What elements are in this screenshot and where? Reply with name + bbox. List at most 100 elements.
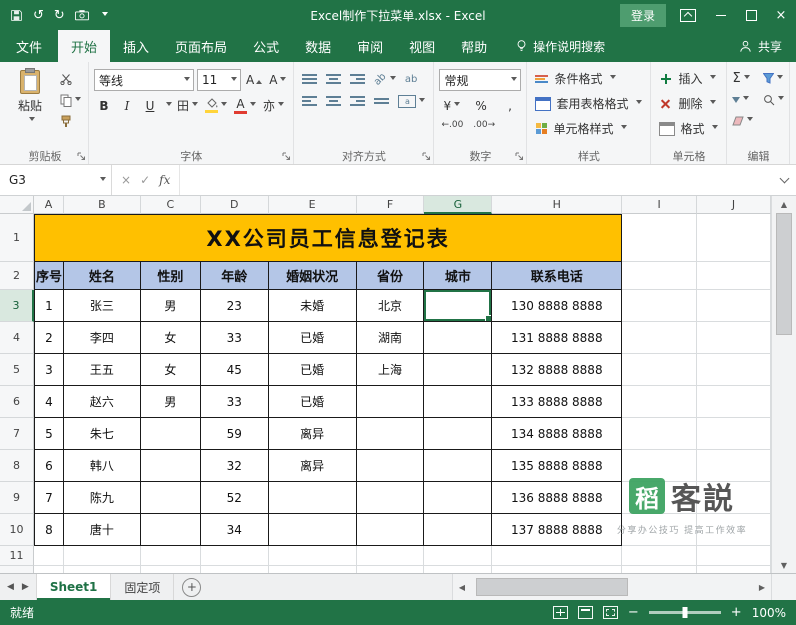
cell-E6[interactable]: 已婚: [268, 386, 357, 418]
cell-F3[interactable]: 北京: [356, 290, 425, 322]
cell-G10[interactable]: [424, 514, 493, 546]
scroll-down-button[interactable]: ▼: [772, 557, 796, 573]
sheet-tab-sheet1[interactable]: Sheet1: [35, 574, 112, 600]
clear-button[interactable]: [732, 112, 754, 129]
cell-A7[interactable]: 5: [34, 418, 64, 450]
cell-H5[interactable]: 132 8888 8888: [492, 354, 623, 386]
cell-E10[interactable]: [268, 514, 357, 546]
font-color-button[interactable]: A: [232, 96, 258, 115]
cell-D4[interactable]: 33: [200, 322, 269, 354]
column-header-C[interactable]: C: [140, 196, 201, 214]
orientation-button[interactable]: ab: [371, 71, 398, 87]
horizontal-scroll-thumb[interactable]: [476, 578, 628, 596]
row-header-clipped[interactable]: [0, 566, 34, 573]
phonetic-guide-button[interactable]: 亦: [261, 96, 286, 115]
page-break-view-button[interactable]: [602, 606, 618, 619]
format-as-table-button[interactable]: 套用表格格式: [532, 92, 645, 115]
cell-styles-button[interactable]: 单元格样式: [532, 117, 645, 140]
wrap-text-button[interactable]: ab: [402, 71, 420, 87]
accounting-format-button[interactable]: ¥: [441, 96, 462, 115]
tab-file[interactable]: 文件: [0, 30, 58, 62]
grow-font-button[interactable]: A: [244, 71, 264, 90]
cut-button[interactable]: [60, 71, 81, 87]
name-box[interactable]: G3: [0, 165, 112, 195]
zoom-out-button[interactable]: −: [628, 606, 639, 619]
cell-B10[interactable]: 唐十: [63, 514, 141, 546]
cell-D6[interactable]: 33: [200, 386, 269, 418]
cell-E7[interactable]: 离异: [268, 418, 357, 450]
cell-H7[interactable]: 134 8888 8888: [492, 418, 623, 450]
cell-J3[interactable]: [697, 290, 771, 322]
new-sheet-button[interactable]: +: [182, 577, 202, 597]
vertical-scroll-thumb[interactable]: [776, 213, 792, 335]
previous-sheet-button[interactable]: ◀: [7, 582, 14, 592]
select-all-corner[interactable]: [0, 196, 34, 214]
cell-J2[interactable]: [697, 262, 771, 290]
zoom-in-button[interactable]: +: [731, 606, 742, 619]
cell-B11[interactable]: [63, 546, 141, 566]
insert-cells-button[interactable]: 插入: [656, 67, 721, 90]
cell-D9[interactable]: 52: [200, 482, 269, 514]
cell-B4[interactable]: 李四: [63, 322, 141, 354]
row-header-9[interactable]: 9: [0, 482, 34, 514]
cell-H4[interactable]: 131 8888 8888: [492, 322, 623, 354]
cell-B12[interactable]: [64, 566, 141, 573]
align-top-button[interactable]: [299, 71, 320, 87]
cell-F11[interactable]: [356, 546, 425, 566]
cell-F6[interactable]: [356, 386, 425, 418]
underline-button[interactable]: U: [140, 96, 160, 115]
cell-A10[interactable]: 8: [34, 514, 64, 546]
cell-A11[interactable]: [34, 546, 64, 566]
insert-function-button[interactable]: fx: [159, 173, 170, 187]
cell-B5[interactable]: 王五: [63, 354, 141, 386]
cell-F4[interactable]: 湖南: [356, 322, 425, 354]
tab-formulas[interactable]: 公式: [240, 30, 292, 62]
cell-D5[interactable]: 45: [200, 354, 269, 386]
cell-D3[interactable]: 23: [200, 290, 269, 322]
paste-button[interactable]: 粘贴: [7, 64, 53, 147]
cell-F10[interactable]: [356, 514, 425, 546]
cell-J5[interactable]: [697, 354, 771, 386]
cell-I1[interactable]: [622, 214, 698, 262]
scroll-left-button[interactable]: ◀: [453, 583, 471, 592]
cell-J11[interactable]: [697, 546, 771, 566]
cell-I6[interactable]: [622, 386, 698, 418]
cancel-button[interactable]: ×: [121, 173, 131, 187]
cell-G7[interactable]: [424, 418, 493, 450]
horizontal-scroll-track[interactable]: [471, 574, 753, 600]
align-middle-button[interactable]: [323, 71, 344, 87]
cell-I3[interactable]: [622, 290, 698, 322]
cell-I5[interactable]: [622, 354, 698, 386]
page-layout-view-button[interactable]: [577, 606, 593, 619]
cell-A3[interactable]: 1: [34, 290, 64, 322]
decrease-indent-button[interactable]: [371, 93, 392, 109]
align-center-button[interactable]: [323, 93, 344, 109]
column-header-H[interactable]: H: [492, 196, 623, 214]
align-left-button[interactable]: [299, 93, 320, 109]
row-header-11[interactable]: 11: [0, 546, 34, 566]
column-header-J[interactable]: J: [697, 196, 771, 214]
sheet-tab-fixed-items[interactable]: 固定项: [111, 574, 175, 600]
clipboard-dialog-launcher[interactable]: [77, 152, 86, 161]
cell-C4[interactable]: 女: [140, 322, 201, 354]
number-dialog-launcher[interactable]: [515, 152, 524, 161]
cell-E11[interactable]: [268, 546, 357, 566]
cell-H12[interactable]: [492, 566, 623, 573]
undo-button[interactable]: ↺: [33, 9, 44, 22]
align-right-button[interactable]: [347, 93, 368, 109]
table-header-C2[interactable]: 性别: [140, 262, 201, 290]
cell-J1[interactable]: [697, 214, 771, 262]
delete-cells-button[interactable]: 删除: [656, 92, 721, 115]
merged-title-cell[interactable]: XX公司员工信息登记表: [34, 214, 623, 262]
cell-G3[interactable]: [424, 290, 493, 322]
format-painter-button[interactable]: [60, 113, 81, 129]
align-bottom-button[interactable]: [347, 71, 368, 87]
cell-B9[interactable]: 陈九: [63, 482, 141, 514]
conditional-formatting-button[interactable]: 条件格式: [532, 67, 645, 90]
normal-view-button[interactable]: [552, 606, 568, 619]
row-header-7[interactable]: 7: [0, 418, 34, 450]
cell-C10[interactable]: [140, 514, 201, 546]
borders-button[interactable]: 田: [175, 96, 200, 115]
shrink-font-button[interactable]: A: [267, 71, 288, 90]
cell-F8[interactable]: [356, 450, 425, 482]
